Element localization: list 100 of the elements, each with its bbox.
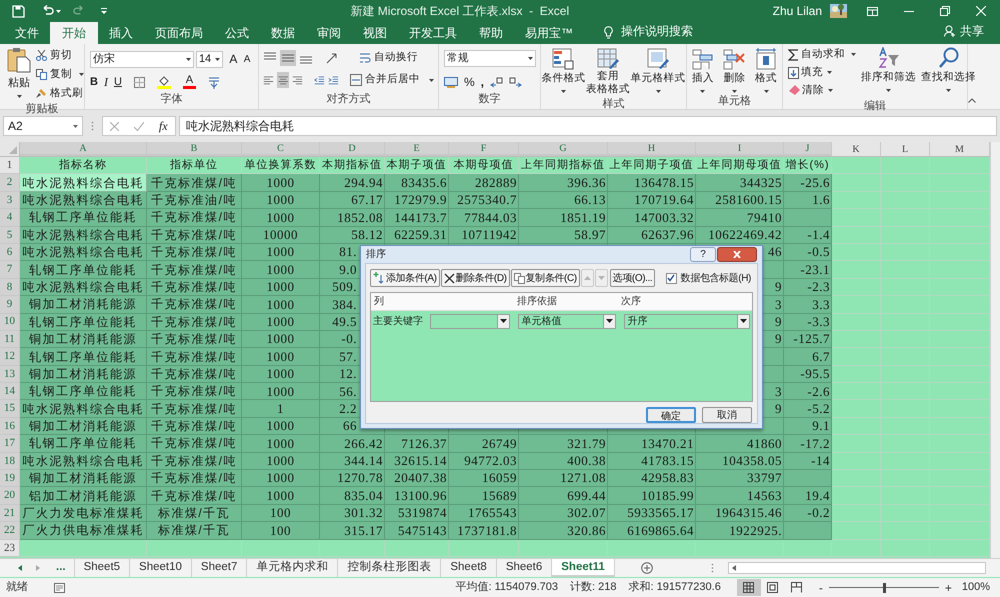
menu-tab[interactable]: 页面布局 [144, 22, 214, 44]
zoom-slider[interactable] [828, 582, 939, 592]
help-button[interactable]: ? [690, 247, 716, 262]
fill-color-icon[interactable] [156, 75, 171, 89]
menu-tab[interactable]: 易用宝™ [514, 22, 584, 44]
sheet-tab[interactable]: Sheet11 [552, 559, 615, 577]
sheet-tab[interactable]: Sheet8 [441, 559, 497, 577]
format-button[interactable]: 格式 [755, 48, 778, 93]
row-header[interactable]: 5 [0, 226, 20, 244]
menu-tab[interactable]: 数据 [260, 22, 306, 44]
row-header[interactable]: 19 [0, 470, 20, 488]
underline-button[interactable]: U [114, 74, 122, 90]
save-icon[interactable] [12, 4, 25, 18]
menu-tab[interactable]: 审阅 [306, 22, 352, 44]
find-select-button[interactable]: 查找和选择 [921, 47, 976, 98]
collapse-ribbon-icon[interactable] [968, 98, 976, 103]
row-header[interactable]: 10 [0, 314, 20, 331]
checkbox[interactable] [666, 272, 677, 284]
row-header[interactable]: 21 [0, 504, 20, 522]
previous-sheet-icon[interactable] [18, 565, 22, 571]
paste-button[interactable]: 粘贴 [6, 47, 32, 102]
scroll-left-icon[interactable] [732, 565, 736, 571]
percent-button[interactable]: % [464, 73, 475, 91]
cut-button[interactable]: 剪切 [36, 48, 84, 64]
format-as-table-button[interactable]: 套用 表格格式 [586, 48, 630, 96]
menu-tab[interactable]: 文件 [4, 22, 50, 44]
italic-button[interactable]: I [104, 73, 108, 91]
currency-icon[interactable] [444, 76, 458, 88]
number-format-field[interactable]: 常规 [444, 50, 536, 67]
zoom-out-button[interactable]: - [818, 578, 823, 596]
row-header[interactable]: 8 [0, 278, 20, 296]
zoom-level[interactable]: 100% [962, 579, 990, 596]
font-color-button[interactable]: A [182, 75, 196, 89]
column-header[interactable]: A [20, 142, 147, 156]
minimize-icon[interactable] [904, 10, 914, 12]
bold-button[interactable]: B [90, 74, 98, 90]
align-middle-icon[interactable] [280, 50, 296, 66]
caret-icon[interactable] [56, 10, 61, 12]
column-header[interactable]: D [320, 142, 385, 156]
copy-level-button[interactable]: 复制条件(C) [510, 269, 580, 287]
dropdown[interactable]: 升序 [624, 314, 750, 328]
align-center-icon[interactable] [276, 72, 290, 88]
column-header[interactable]: I [696, 142, 784, 156]
comma-button[interactable]: , [480, 73, 484, 91]
formula-field[interactable]: 吨水泥熟料综合电耗 [179, 116, 997, 136]
horizontal-scrollbar[interactable] [728, 562, 986, 574]
menu-tab[interactable]: 公式 [214, 22, 260, 44]
insert-button[interactable]: 插入 [692, 48, 714, 93]
fill-button[interactable]: 填充 [788, 64, 856, 80]
split-handle-icon[interactable] [710, 563, 714, 573]
wrap-text-button[interactable]: 自动换行 [359, 50, 418, 66]
ribbon-display-icon[interactable] [867, 6, 878, 16]
menu-tab[interactable]: 帮助 [468, 22, 514, 44]
zoom-in-button[interactable]: + [944, 578, 952, 596]
cell-styles-button[interactable]: 单元格样式 [630, 48, 686, 96]
decrease-decimal-icon[interactable] [509, 76, 522, 88]
row-header[interactable]: 18 [0, 452, 20, 470]
close-button[interactable] [717, 247, 757, 262]
column-header[interactable]: J [784, 142, 832, 156]
phonetic-icon[interactable] [208, 76, 220, 88]
column-header[interactable]: F [449, 142, 519, 156]
row-header[interactable]: 3 [0, 192, 20, 210]
row-header[interactable]: 13 [0, 366, 20, 384]
macro-icon[interactable] [54, 582, 65, 593]
row-header[interactable]: 20 [0, 487, 20, 505]
sheet-tab[interactable]: Sheet10 [130, 559, 192, 577]
customize-icon[interactable] [101, 8, 107, 14]
row-header[interactable]: 7 [0, 261, 20, 279]
copy-button[interactable]: 复制 [36, 66, 84, 82]
lightbulb-icon[interactable] [604, 26, 613, 39]
restore-icon[interactable] [940, 6, 950, 16]
row-header[interactable]: 17 [0, 435, 20, 453]
autosum-button[interactable]: 自动求和 [788, 47, 856, 63]
delete-button[interactable]: 删除 [723, 48, 746, 93]
conditional-format-button[interactable]: 条件格式 [541, 48, 586, 96]
row-header[interactable]: 2 [0, 174, 20, 192]
share-button[interactable]: 共享 [944, 22, 984, 40]
font-name-field[interactable]: 仿宋 [90, 50, 194, 68]
row-header[interactable]: 22 [0, 522, 20, 540]
name-box[interactable]: A2 [3, 116, 83, 136]
menu-tab[interactable]: 视图 [352, 22, 398, 44]
options-button[interactable]: 选项(O)... [610, 269, 656, 287]
grow-font-button[interactable]: A [228, 50, 240, 68]
close-icon[interactable] [976, 6, 986, 16]
sort-filter-button[interactable]: 排序和筛选 [861, 47, 916, 98]
menu-tab[interactable]: 插入 [98, 22, 144, 44]
shrink-font-button[interactable]: A [241, 52, 253, 66]
column-header[interactable]: L [881, 142, 930, 156]
menu-tab[interactable]: 开始 [50, 22, 98, 44]
more-sheets-button[interactable]: ... [52, 559, 70, 577]
vertical-scrollbar[interactable] [990, 142, 1000, 558]
clear-button[interactable]: 清除 [788, 82, 856, 98]
column-header[interactable]: E [385, 142, 449, 156]
dropdown[interactable]: 单元格值 [518, 314, 616, 328]
sheet-tab[interactable]: 单元格内求和 [247, 559, 338, 577]
column-header[interactable]: K [832, 142, 881, 156]
column-header[interactable]: H [608, 142, 696, 156]
sheet-tab[interactable]: Sheet5 [74, 559, 130, 577]
view-button[interactable] [736, 579, 761, 596]
row-header[interactable]: 4 [0, 209, 20, 227]
